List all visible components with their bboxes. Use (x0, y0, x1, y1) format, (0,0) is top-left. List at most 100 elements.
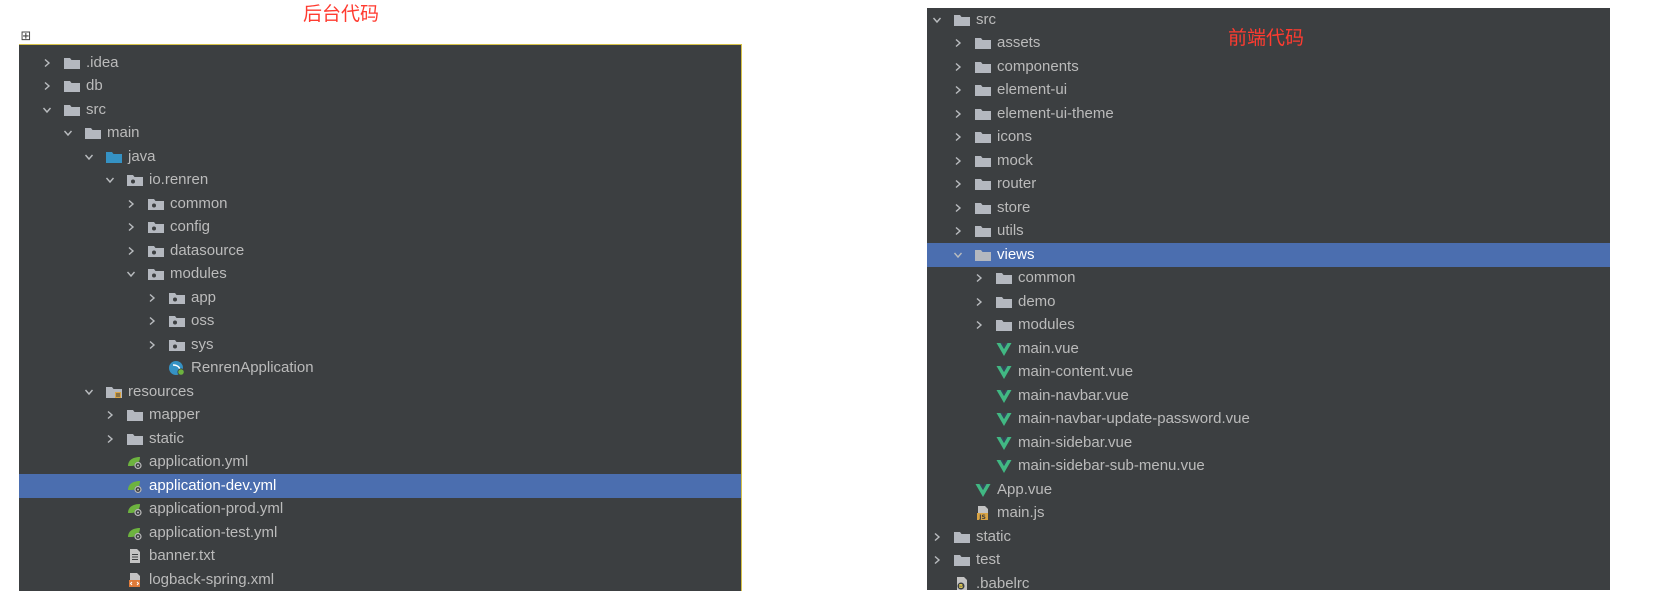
tree-item-utils[interactable]: utils (927, 220, 1610, 244)
tree-item-oss[interactable]: oss (19, 310, 741, 334)
chevron-right-icon[interactable] (973, 271, 985, 285)
package-icon (147, 219, 165, 235)
tree-item-common[interactable]: common (19, 192, 741, 216)
tree-item-label: views (997, 245, 1035, 263)
tree-item-mapper[interactable]: mapper (19, 404, 741, 428)
tree-item-db[interactable]: db (19, 75, 741, 99)
chevron-right-icon[interactable] (104, 408, 116, 422)
chevron-right-icon[interactable] (973, 295, 985, 309)
tree-item-resources[interactable]: resources (19, 380, 741, 404)
tree-item-sys[interactable]: sys (19, 333, 741, 357)
chevron-down-icon[interactable] (83, 150, 95, 164)
tree-item-logback-spring-xml[interactable]: logback-spring.xml (19, 568, 741, 591)
tree-item-application-test-yml[interactable]: application-test.yml (19, 521, 741, 545)
tree-item-modules[interactable]: modules (927, 314, 1610, 338)
tree-item-application-yml[interactable]: application.yml (19, 451, 741, 475)
chevron-right-icon[interactable] (931, 553, 943, 567)
chevron-right-icon[interactable] (952, 177, 964, 191)
tree-item-app-vue[interactable]: App.vue (927, 478, 1610, 502)
tree-item-main-sidebar-sub-menu-vue[interactable]: main-sidebar-sub-menu.vue (927, 455, 1610, 479)
tree-item-application-prod-yml[interactable]: application-prod.yml (19, 498, 741, 522)
chevron-down-icon[interactable] (41, 103, 53, 117)
tree-item-element-ui-theme[interactable]: element-ui-theme (927, 102, 1610, 126)
chevron-right-icon[interactable] (41, 56, 53, 70)
tree-item-demo[interactable]: demo (927, 290, 1610, 314)
chevron-down-icon[interactable] (83, 385, 95, 399)
tree-item-label: main-navbar-update-password.vue (1018, 410, 1250, 428)
tree-item-main-vue[interactable]: main.vue (927, 337, 1610, 361)
tree-item-label: router (997, 175, 1037, 193)
tree-item-test[interactable]: test (927, 549, 1610, 573)
chevron-right-icon[interactable] (146, 291, 158, 305)
xml-file-icon (126, 572, 144, 588)
chevron-right-icon[interactable] (125, 244, 137, 258)
tree-item-main-js[interactable]: JS main.js (927, 502, 1610, 526)
tree-item-static[interactable]: static (19, 427, 741, 451)
tree-item-label: RenrenApplication (191, 359, 314, 377)
tree-item-label: application-test.yml (149, 523, 278, 541)
tree-item-src[interactable]: src (19, 98, 741, 122)
tree-item-views[interactable]: views (927, 243, 1610, 267)
resources-folder-icon (105, 384, 123, 400)
tree-item-router[interactable]: router (927, 173, 1610, 197)
tree-item-main-navbar-vue[interactable]: main-navbar.vue (927, 384, 1610, 408)
chevron-down-icon[interactable] (952, 248, 964, 262)
tree-item-label: app (191, 288, 217, 306)
tree-item-label: config (170, 218, 211, 236)
tree-item-mock[interactable]: mock (927, 149, 1610, 173)
tree-item-renrenapplication[interactable]: RenrenApplication (19, 357, 741, 381)
tree-item-label: main.js (997, 504, 1045, 522)
tree-item-idea[interactable]: .idea (19, 51, 741, 75)
chevron-down-icon[interactable] (104, 173, 116, 187)
tree-item-main-sidebar-vue[interactable]: main-sidebar.vue (927, 431, 1610, 455)
spring-config-icon (126, 501, 144, 517)
tree-item-modules[interactable]: modules (19, 263, 741, 287)
tree-item-element-ui[interactable]: element-ui (927, 79, 1610, 103)
tree-item-java[interactable]: java (19, 145, 741, 169)
package-icon (147, 243, 165, 259)
chevron-right-icon[interactable] (125, 220, 137, 234)
tree-item-config[interactable]: config (19, 216, 741, 240)
tree-item-store[interactable]: store (927, 196, 1610, 220)
chevron-right-icon[interactable] (125, 197, 137, 211)
tree-item-components[interactable]: components (927, 55, 1610, 79)
folder-icon (126, 407, 144, 423)
chevron-right-icon[interactable] (952, 107, 964, 121)
chevron-right-icon[interactable] (931, 530, 943, 544)
tree-item-application-dev-yml[interactable]: application-dev.yml (19, 474, 741, 498)
chevron-right-icon[interactable] (104, 432, 116, 446)
chevron-down-icon[interactable] (931, 13, 943, 27)
tree-item-main-navbar-update-password-vue[interactable]: main-navbar-update-password.vue (927, 408, 1610, 432)
tree-item-label: element-ui (997, 81, 1068, 99)
tree-item-datasource[interactable]: datasource (19, 239, 741, 263)
chevron-right-icon[interactable] (952, 154, 964, 168)
chevron-right-icon[interactable] (952, 60, 964, 74)
tree-item-io-renren[interactable]: io.renren (19, 169, 741, 193)
tree-item-label: sys (191, 335, 214, 353)
tree-item-common[interactable]: common (927, 267, 1610, 291)
chevron-right-icon[interactable] (952, 130, 964, 144)
tree-item-app[interactable]: app (19, 286, 741, 310)
chevron-right-icon[interactable] (41, 79, 53, 93)
expand-marker-icon[interactable]: ⊞ (19, 30, 33, 44)
spring-boot-class-icon (168, 360, 186, 376)
folder-icon (974, 247, 992, 263)
chevron-right-icon[interactable] (952, 201, 964, 215)
tree-item-main-content-vue[interactable]: main-content.vue (927, 361, 1610, 385)
chevron-right-icon[interactable] (146, 314, 158, 328)
backend-caption: 后台代码 (303, 3, 380, 25)
chevron-right-icon[interactable] (973, 318, 985, 332)
chevron-right-icon[interactable] (952, 83, 964, 97)
tree-item-main[interactable]: main (19, 122, 741, 146)
tree-item-label: mapper (149, 406, 200, 424)
chevron-right-icon[interactable] (952, 224, 964, 238)
tree-item-babelrc[interactable]: B .babelrc (927, 572, 1610, 590)
vue-file-icon (995, 458, 1013, 474)
tree-item-static[interactable]: static (927, 525, 1610, 549)
tree-item-banner-txt[interactable]: banner.txt (19, 545, 741, 569)
chevron-right-icon[interactable] (146, 338, 158, 352)
chevron-down-icon[interactable] (62, 126, 74, 140)
tree-item-icons[interactable]: icons (927, 126, 1610, 150)
chevron-right-icon[interactable] (952, 36, 964, 50)
chevron-down-icon[interactable] (125, 267, 137, 281)
